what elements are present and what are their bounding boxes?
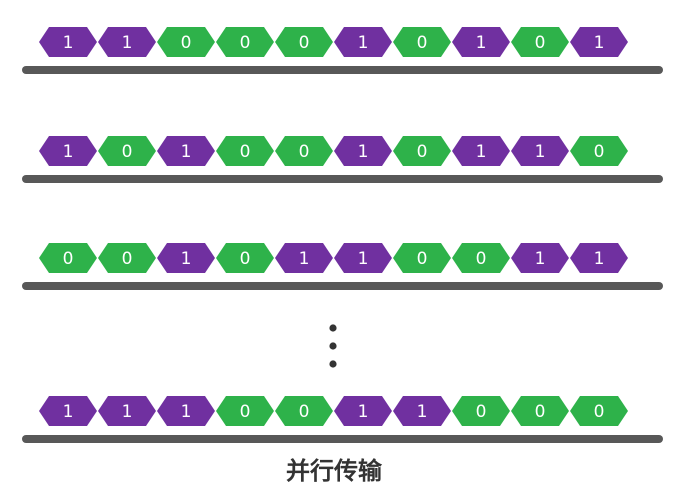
bit-label: 0 [240,33,251,53]
bit-label: 0 [417,33,428,53]
bit-label: 0 [535,33,546,53]
bit-label: 0 [240,142,251,162]
bit-label: 0 [299,142,310,162]
bit-label: 1 [181,249,192,269]
bit-label: 0 [122,142,133,162]
ellipsis-dot [329,360,337,368]
ellipsis-dot [329,324,337,332]
bit-label: 1 [358,402,369,422]
bit-label: 1 [63,33,74,53]
bit-label: 0 [299,33,310,53]
bit-label: 1 [476,142,487,162]
bit-row-3: 0 0 1 0 1 1 0 0 1 1 [22,243,663,290]
bit-label: 1 [299,249,310,269]
bit-label: 0 [535,402,546,422]
bit-label: 1 [476,33,487,53]
bit-label: 1 [63,142,74,162]
bit-label: 1 [63,402,74,422]
parallel-transmission-diagram: 1 1 0 0 0 1 0 1 0 11 0 1 0 0 1 0 1 1 00 0 1 0 1 1 0 0 1 11 1 1 0 0 1 1 0 0 0… [22,27,663,485]
bit-row-4: 1 1 1 0 0 1 1 0 0 0 [22,396,663,443]
bit-row-1: 1 1 0 0 0 1 0 1 0 1 [22,27,663,74]
bit-label: 1 [358,33,369,53]
bit-label: 1 [122,402,133,422]
rows-layer: 1 1 0 0 0 1 0 1 0 1 1 0 1 0 0 1 0 1 1 0 0 0 1 0 1 1 0 0 1 1 1 1 1 0 0 1 1 0 0 0 [22,27,663,443]
bit-label: 1 [181,402,192,422]
bit-row-2: 1 0 1 0 0 1 0 1 1 0 [22,136,663,183]
bit-label: 1 [535,142,546,162]
bit-label: 1 [181,142,192,162]
bit-label: 1 [358,249,369,269]
bit-label: 1 [417,402,428,422]
bit-label: 0 [594,402,605,422]
bit-label: 0 [63,249,74,269]
bit-label: 1 [594,33,605,53]
bit-label: 0 [240,402,251,422]
ellipsis-dots [329,324,337,368]
bit-label: 0 [122,249,133,269]
bit-label: 0 [240,249,251,269]
bit-label: 0 [299,402,310,422]
bit-label: 1 [358,142,369,162]
bit-label: 1 [594,249,605,269]
bit-label: 0 [417,249,428,269]
bit-label: 0 [476,249,487,269]
bit-label: 0 [594,142,605,162]
bit-label: 0 [417,142,428,162]
bit-label: 1 [535,249,546,269]
ellipsis-dot [329,342,337,350]
diagram-caption: 并行传输 [286,457,383,485]
bit-label: 1 [122,33,133,53]
bit-label: 0 [181,33,192,53]
bit-label: 0 [476,402,487,422]
